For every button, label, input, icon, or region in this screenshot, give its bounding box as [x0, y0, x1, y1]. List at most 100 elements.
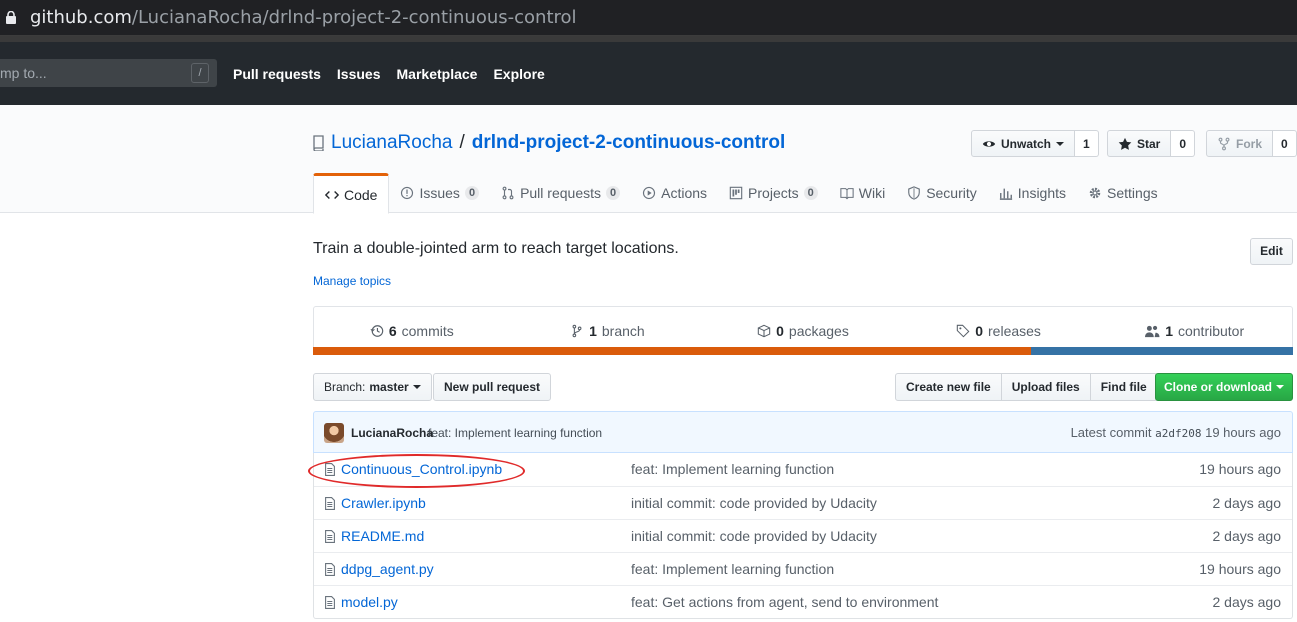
- chevron-down-icon: [1056, 141, 1065, 146]
- tab-settings[interactable]: Settings: [1077, 173, 1169, 213]
- branch-count: 1: [589, 322, 597, 339]
- watch-count[interactable]: 1: [1075, 130, 1099, 157]
- file-commit-message[interactable]: feat: Implement learning function: [631, 561, 834, 577]
- file-row: Continuous_Control.ipynb feat: Implement…: [314, 453, 1292, 486]
- find-file-button[interactable]: Find file: [1089, 373, 1158, 401]
- unwatch-label: Unwatch: [1001, 136, 1052, 151]
- nav-marketplace[interactable]: Marketplace: [397, 66, 478, 82]
- tab-pull-requests[interactable]: Pull requests 0: [490, 173, 631, 213]
- tab-issues-label: Issues: [419, 185, 460, 201]
- create-new-file-button[interactable]: Create new file: [895, 373, 1002, 401]
- tab-code[interactable]: Code: [313, 173, 390, 214]
- packages-label: packages: [788, 322, 849, 339]
- releases-count: 0: [975, 322, 984, 339]
- pull-request-icon: [502, 186, 514, 200]
- file-link[interactable]: Crawler.ipynb: [341, 495, 426, 511]
- file-icon: [325, 463, 335, 476]
- tab-security-label: Security: [926, 185, 977, 201]
- file-age: 2 days ago: [1212, 528, 1282, 544]
- tab-wiki-label: Wiki: [858, 185, 886, 201]
- tab-pull-requests-label: Pull requests: [520, 185, 601, 201]
- tab-code-label: Code: [344, 186, 378, 203]
- repo-description: Train a double-jointed arm to reach targ…: [313, 240, 679, 257]
- tab-insights[interactable]: Insights: [988, 173, 1077, 213]
- contributors-count: 1: [1165, 322, 1173, 339]
- fork-icon: [1218, 137, 1230, 150]
- tab-actions[interactable]: Actions: [631, 173, 718, 213]
- nav-explore[interactable]: Explore: [493, 66, 544, 82]
- history-icon: [370, 324, 384, 337]
- nav-issues[interactable]: Issues: [337, 66, 381, 82]
- file-link[interactable]: README.md: [341, 528, 424, 544]
- star-count[interactable]: 0: [1171, 130, 1196, 157]
- packages-count: 0: [776, 322, 784, 339]
- clone-or-download-button[interactable]: Clone or download: [1155, 373, 1293, 401]
- graph-icon: [999, 188, 1012, 200]
- latest-commit-prefix: Latest commit: [1070, 425, 1152, 440]
- file-link[interactable]: ddpg_agent.py: [341, 561, 434, 577]
- tab-issues[interactable]: Issues 0: [389, 173, 490, 213]
- tab-actions-label: Actions: [661, 185, 708, 201]
- unwatch-button[interactable]: Unwatch: [971, 130, 1076, 157]
- language-bar[interactable]: [313, 347, 1293, 355]
- fork-label: Fork: [1236, 136, 1263, 151]
- search-input[interactable]: mp to... /: [0, 59, 217, 87]
- file-icon: [325, 596, 335, 609]
- url-text[interactable]: github.com/LucianaRocha/drlnd-project-2-…: [30, 7, 577, 28]
- package-icon: [757, 324, 771, 337]
- file-icon: [325, 497, 335, 510]
- tab-wiki[interactable]: Wiki: [829, 173, 896, 213]
- watch-group: Unwatch 1: [971, 130, 1099, 157]
- file-commit-message[interactable]: feat: Get actions from agent, send to en…: [631, 594, 938, 610]
- file-icon: [325, 563, 335, 576]
- fork-count[interactable]: 0: [1273, 130, 1297, 157]
- repo-header: LucianaRocha / drlnd-project-2-continuou…: [0, 105, 1297, 214]
- avatar[interactable]: [324, 423, 344, 443]
- gear-icon: [1089, 187, 1101, 199]
- file-commit-message[interactable]: initial commit: code provided by Udacity: [631, 495, 877, 511]
- star-label: Star: [1137, 136, 1161, 151]
- file-link[interactable]: Continuous_Control.ipynb: [341, 461, 502, 477]
- upload-files-button[interactable]: Upload files: [1000, 373, 1091, 401]
- file-commit-message[interactable]: initial commit: code provided by Udacity: [631, 528, 877, 544]
- file-age: 19 hours ago: [1199, 561, 1281, 577]
- play-icon: [643, 186, 656, 200]
- file-age: 2 days ago: [1212, 594, 1282, 610]
- tab-settings-label: Settings: [1107, 185, 1158, 201]
- star-button[interactable]: Star: [1107, 130, 1172, 157]
- releases-label: releases: [988, 322, 1041, 339]
- commit-sha-link[interactable]: a2df208: [1155, 427, 1201, 440]
- manage-topics-link[interactable]: Manage topics: [313, 274, 391, 288]
- repo-name-link[interactable]: drlnd-project-2-continuous-control: [472, 132, 785, 154]
- file-age: 2 days ago: [1212, 495, 1282, 511]
- branch-select-button[interactable]: Branch: master: [313, 373, 432, 401]
- file-link[interactable]: model.py: [341, 594, 398, 610]
- star-icon: [1118, 137, 1132, 150]
- file-row: Crawler.ipynb initial commit: code provi…: [314, 486, 1292, 519]
- code-icon: [325, 190, 339, 199]
- clone-label: Clone or download: [1164, 380, 1272, 394]
- edit-description-button[interactable]: Edit: [1250, 238, 1293, 265]
- language-segment-jupyter: [313, 347, 1032, 355]
- branch-name: master: [369, 380, 409, 394]
- fork-button[interactable]: Fork: [1206, 130, 1274, 157]
- people-icon: [1145, 325, 1160, 337]
- repo-owner-link[interactable]: LucianaRocha: [331, 132, 452, 154]
- file-commit-message[interactable]: feat: Implement learning function: [631, 461, 834, 477]
- commit-author[interactable]: LucianaRocha: [351, 426, 433, 440]
- new-pull-request-button[interactable]: New pull request: [433, 373, 552, 401]
- commit-age: 19 hours ago: [1205, 425, 1281, 440]
- repo-separator: /: [459, 132, 465, 153]
- tab-projects[interactable]: Projects 0: [718, 173, 829, 213]
- nav-pull-requests[interactable]: Pull requests: [233, 66, 321, 82]
- browser-address-bar[interactable]: github.com/LucianaRocha/drlnd-project-2-…: [0, 0, 1297, 36]
- tab-insights-label: Insights: [1017, 185, 1067, 201]
- header-nav: Pull requests Issues Marketplace Explore: [233, 66, 545, 82]
- star-group: Star 0: [1107, 130, 1196, 157]
- tab-security[interactable]: Security: [896, 173, 988, 213]
- commit-message[interactable]: feat: Implement learning function: [428, 426, 602, 440]
- repo-icon: [313, 135, 324, 151]
- github-header: mp to... / Pull requests Issues Marketpl…: [0, 42, 1297, 105]
- branch-label: branch: [601, 322, 645, 339]
- repo-title: LucianaRocha / drlnd-project-2-continuou…: [313, 132, 785, 154]
